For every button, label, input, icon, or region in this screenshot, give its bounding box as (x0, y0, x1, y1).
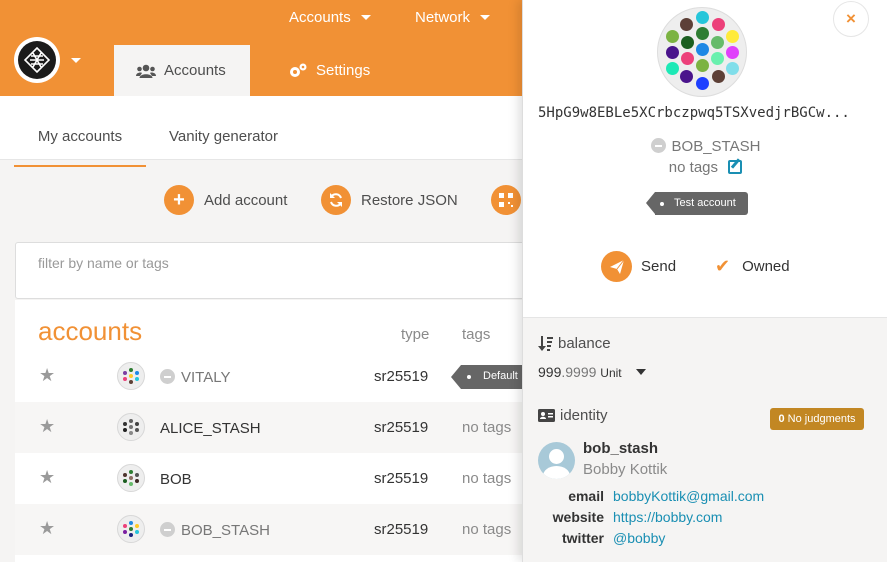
star-icon[interactable]: ★ (39, 365, 55, 386)
identicon-large[interactable] (657, 7, 747, 97)
account-type: sr25519 (374, 521, 429, 538)
add-account-label: Add account (204, 191, 288, 209)
email-link[interactable]: bobbyKottik@gmail.com (613, 488, 764, 504)
account-type: sr25519 (374, 470, 429, 487)
balance-value[interactable]: 999.9999 Unit (538, 364, 646, 380)
account-tags: no tags (462, 521, 512, 538)
accounts-menu-label: Accounts (289, 9, 351, 26)
account-name[interactable]: BOB (160, 471, 192, 488)
twitter-link[interactable]: @bobby (613, 530, 665, 546)
star-icon[interactable]: ★ (39, 467, 55, 488)
judgements-text: No judgments (787, 413, 856, 425)
column-type-header: type (401, 326, 430, 343)
subtab-my-accounts[interactable]: My accounts (14, 128, 146, 167)
identity-display-name: bob_stash (583, 440, 659, 457)
accounts-table: accounts type tags ★ VITALY sr25519 Defa… (15, 300, 571, 562)
balance-label: balance (558, 335, 611, 352)
identity-legal-name: Bobby Kottik (583, 461, 668, 478)
tab-settings-label: Settings (316, 62, 371, 79)
table-row[interactable]: ★ BOB sr25519 no tags (15, 453, 555, 504)
paper-plane-icon (601, 251, 632, 282)
sort-amount-icon (538, 336, 553, 351)
balance-section-label: balance (538, 335, 611, 352)
test-account-tag: Test account (646, 192, 748, 215)
star-icon[interactable]: ★ (39, 416, 55, 437)
account-name[interactable]: ALICE_STASH (160, 420, 261, 437)
chain-logo[interactable] (14, 37, 60, 83)
star-icon[interactable]: ★ (39, 518, 55, 539)
minus-icon (160, 369, 175, 384)
qrcode-icon (491, 185, 521, 215)
account-name-text: BOB_STASH (181, 522, 270, 539)
account-type: sr25519 (374, 419, 429, 436)
email-label: email (568, 488, 604, 504)
account-name-text: VITALY (181, 369, 231, 386)
balance-unit: Unit (600, 366, 622, 380)
identity-label: identity (560, 407, 608, 424)
restore-json-button[interactable]: Restore JSON (321, 185, 458, 215)
account-tags: no tags (462, 419, 512, 436)
twitter-label: twitter (562, 530, 604, 546)
accounts-menu[interactable]: Accounts (289, 9, 371, 26)
check-icon: ✔ (715, 256, 731, 276)
sync-icon (321, 185, 351, 215)
account-sidebar: × 5HpG9w8EBLe5XCrbczpwq5TSXvedjrBGCw... … (522, 0, 887, 562)
minus-icon (160, 522, 175, 537)
network-menu-label: Network (415, 9, 471, 26)
owned-label: Owned (742, 258, 790, 275)
cogs-icon (290, 63, 307, 77)
chain-logo-icon (18, 41, 56, 79)
identicon[interactable] (117, 515, 145, 543)
no-tags-text: no tags (668, 159, 719, 176)
id-card-icon (538, 409, 555, 422)
account-details: balance 999.9999 Unit identity 0 No judg… (523, 317, 887, 562)
identicon[interactable] (117, 362, 145, 390)
avatar (538, 442, 575, 479)
website-label: website (552, 509, 604, 525)
add-account-button[interactable]: + Add account (164, 185, 287, 215)
subtab-vanity-generator[interactable]: Vanity generator (169, 128, 278, 145)
chevron-down-icon (360, 15, 371, 20)
edit-icon[interactable] (728, 160, 743, 174)
tags-row: no tags (523, 159, 887, 176)
website-link[interactable]: https://bobby.com (613, 509, 722, 525)
account-display-name: BOB_STASH (523, 138, 887, 155)
table-row[interactable]: ★ ALICE_STASH sr25519 no tags (15, 402, 555, 453)
judgements-badge: 0 No judgments (770, 408, 864, 430)
filter-box (15, 242, 555, 299)
identity-section-label: identity (538, 407, 608, 424)
network-menu[interactable]: Network (415, 9, 491, 26)
account-type: sr25519 (374, 368, 429, 385)
close-button[interactable]: × (833, 1, 869, 37)
accounts-heading: accounts (38, 316, 143, 346)
balance-decimal: .9999 (561, 364, 597, 380)
plus-icon: + (164, 185, 194, 215)
judgements-count: 0 (778, 413, 785, 425)
balance-integer: 999 (538, 364, 562, 380)
send-label: Send (641, 258, 677, 275)
caret-down-icon[interactable] (635, 369, 646, 375)
tab-settings[interactable]: Settings (266, 45, 392, 96)
account-name[interactable]: VITALY (160, 369, 230, 386)
tab-accounts-label: Accounts (164, 62, 226, 79)
users-icon (136, 64, 156, 78)
send-button[interactable]: Send (601, 251, 676, 282)
minus-icon (650, 138, 666, 153)
tab-accounts[interactable]: Accounts (114, 45, 250, 96)
account-name-text: BOB_STASH (671, 138, 761, 155)
filter-input[interactable] (38, 255, 438, 271)
chevron-down-icon (480, 15, 491, 20)
qr-account-button[interactable] (491, 185, 521, 215)
column-tags-header: tags (462, 326, 491, 343)
account-tags: no tags (462, 470, 512, 487)
owned-toggle[interactable]: ✔ Owned (715, 251, 790, 282)
table-row[interactable]: ★ VITALY sr25519 Default (15, 351, 571, 402)
identicon[interactable] (117, 464, 145, 492)
account-name[interactable]: BOB_STASH (160, 522, 270, 539)
account-address[interactable]: 5HpG9w8EBLe5XCrbczpwq5TSXvedjrBGCw... (538, 105, 878, 121)
table-row[interactable]: ★ BOB_STASH sr25519 no tags (15, 504, 555, 555)
restore-json-label: Restore JSON (361, 191, 458, 209)
identicon[interactable] (117, 413, 145, 441)
chain-dropdown-icon[interactable] (71, 58, 81, 63)
